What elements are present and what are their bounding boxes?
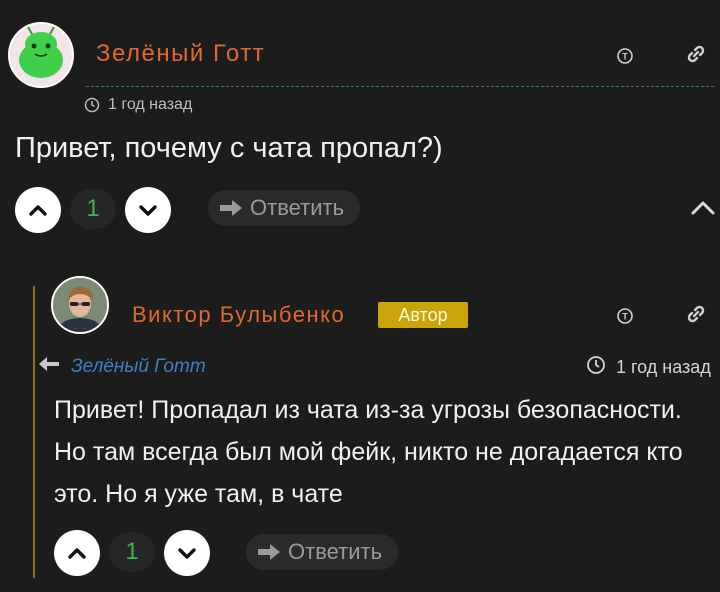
vote-count: 1 — [109, 532, 155, 572]
thread-line — [33, 286, 35, 578]
link-icon[interactable] — [686, 44, 706, 69]
comment-time-label: 1 год назад — [108, 96, 193, 113]
collapse-icon[interactable] — [690, 198, 716, 221]
reply-to-link[interactable]: Зелёный Готт — [37, 354, 206, 380]
link-icon[interactable] — [686, 304, 706, 329]
reply-button[interactable]: Ответить — [208, 190, 361, 226]
comment-author[interactable]: Зелёный Готт — [96, 40, 265, 68]
copyright-icon: T — [617, 308, 633, 329]
reply-time: 1 год назад — [586, 355, 711, 380]
reply-text-line: это. Но я уже там, в чате — [54, 480, 343, 508]
reply-button-label: Ответить — [250, 195, 345, 220]
comment-text: Привет, почему с чата пропал?) — [15, 132, 443, 164]
chevron-up-icon — [68, 548, 86, 559]
clock-icon — [84, 97, 100, 113]
header-divider — [86, 86, 714, 87]
reply-arrow-icon — [37, 354, 61, 380]
copyright-icon: T — [617, 48, 633, 69]
reply-text-line: Но там всегда был мой фейк, никто не дог… — [54, 438, 683, 466]
upvote-button[interactable] — [54, 530, 100, 576]
downvote-button[interactable] — [164, 530, 210, 576]
avatar[interactable] — [51, 276, 109, 334]
reply-author[interactable]: Виктор Булыбенко — [132, 302, 345, 328]
reply-arrow-icon — [256, 541, 280, 563]
avatar[interactable] — [8, 22, 74, 88]
downvote-button[interactable] — [125, 187, 171, 233]
comment-time: 1 год назад — [84, 96, 192, 114]
svg-text:T: T — [622, 52, 628, 62]
reply-to-name[interactable]: Зелёный Готт — [71, 356, 206, 378]
author-badge: Автор — [378, 302, 468, 328]
reply-text-line: Привет! Пропадал из чата из-за угрозы бе… — [54, 396, 682, 424]
chevron-down-icon — [139, 205, 157, 216]
reply-button-label: Ответить — [288, 539, 383, 564]
reply-time-label: 1 год назад — [616, 357, 711, 377]
chevron-up-icon — [29, 205, 47, 216]
chevron-down-icon — [178, 548, 196, 559]
vote-count: 1 — [70, 189, 116, 229]
reply-button[interactable]: Ответить — [246, 534, 399, 570]
upvote-button[interactable] — [15, 187, 61, 233]
svg-text:T: T — [622, 312, 628, 322]
reply-arrow-icon — [218, 197, 242, 219]
clock-icon — [586, 355, 606, 380]
